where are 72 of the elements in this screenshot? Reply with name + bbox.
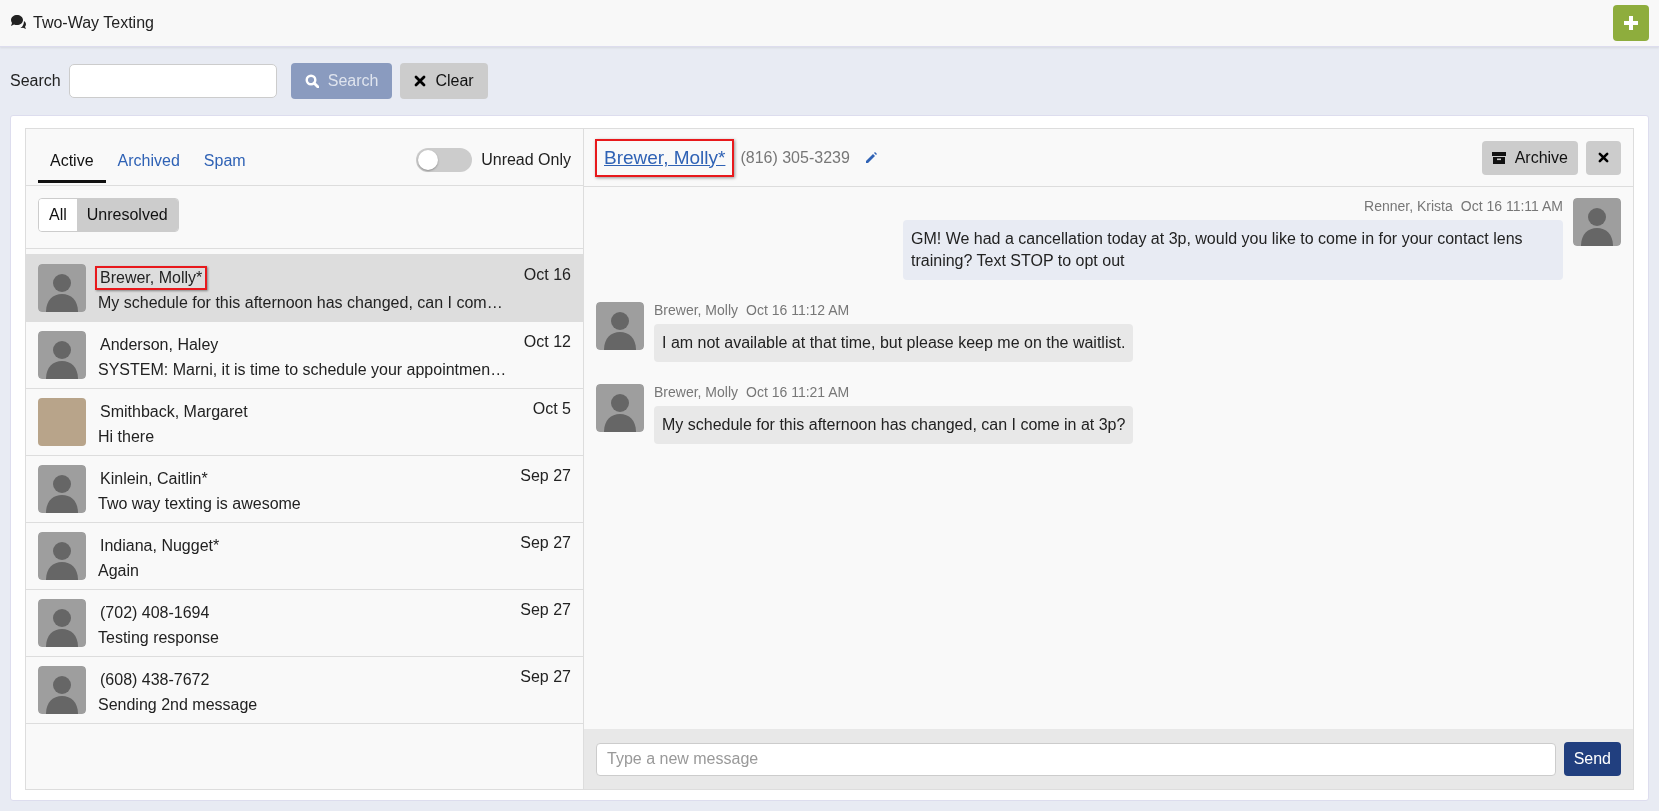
filter-button[interactable]: All [39, 199, 77, 231]
contact-name: Brewer, Molly* [95, 266, 208, 290]
message-preview: Again [98, 562, 140, 580]
avatar-silhouette-icon [38, 666, 86, 714]
conversation-date: Sep 27 [520, 601, 571, 620]
close-button[interactable] [1586, 140, 1621, 175]
archive-button[interactable]: Archive [1481, 140, 1578, 175]
conversation-date: Sep 27 [520, 668, 571, 687]
conversation-item[interactable]: Kinlein, Caitlin* Sep 27 Two way texting is awesome [26, 456, 583, 523]
toggle-label: Unread Only [481, 151, 571, 169]
message-preview: Hi there [98, 428, 156, 446]
chat-bubbles-icon [10, 13, 27, 30]
avatar-silhouette-icon [38, 532, 86, 580]
conversation-item[interactable]: Indiana, Nugget* Sep 27 Again [26, 523, 583, 590]
close-icon [1598, 152, 1609, 163]
clear-button[interactable]: Clear [400, 63, 488, 99]
message-bubble: My schedule for this afternoon has changed, can I come in at 3p? [654, 406, 1134, 444]
sender-name: Renner, Krista [1364, 198, 1453, 214]
conversation-date: Sep 27 [520, 467, 571, 486]
avatar-silhouette-icon [38, 264, 86, 312]
search-field[interactable] [68, 64, 277, 98]
search-icon [304, 74, 319, 88]
phone-number: (816) 305-3239 [740, 148, 850, 167]
conversation-date: Sep 27 [520, 534, 571, 553]
message-bubble: I am not available at that time, but please keep me on the waitlist. [654, 324, 1134, 362]
conversation-date: Oct 12 [523, 333, 571, 352]
plus-icon [1624, 16, 1638, 30]
archive-box-icon [1491, 150, 1506, 165]
message-field[interactable]: Type a new message [596, 742, 1556, 776]
conversation-item[interactable]: (702) 408-1694 Sep 27 Testing response [26, 590, 583, 657]
message-preview: My schedule for this afternoon has changed, can I com… [98, 294, 504, 312]
conversation-date: Oct 5 [532, 400, 571, 419]
contact-name: Indiana, Nugget* [99, 536, 221, 556]
message-preview: SYSTEM: Marni, it is time to schedule your appointmen… [98, 361, 508, 379]
conversation-item[interactable]: Anderson, Haley Oct 12 SYSTEM: Marni, it is time to schedule your appointmen… [26, 322, 583, 389]
pencil-icon [863, 151, 877, 164]
message-preview: Sending 2nd message [98, 696, 259, 714]
search-label: Search [10, 72, 61, 90]
avatar-silhouette-icon [38, 465, 86, 513]
message-bubble: GM! We had a cancellation today at 3p, would you like to come in for your contact lens training? Text STOP to opt out [903, 220, 1563, 280]
tab[interactable]: Archived [105, 137, 192, 183]
message-time: Oct 16 11:11 AM [1460, 198, 1563, 214]
page-title: Two-Way Texting [33, 14, 154, 32]
add-button[interactable] [1613, 5, 1649, 41]
message-time: Oct 16 11:21 AM [746, 384, 850, 400]
contact-name: Smithback, Margaret [99, 402, 249, 422]
message-preview: Testing response [98, 629, 220, 647]
contact-name: Kinlein, Caitlin* [99, 469, 209, 489]
avatar-silhouette-icon [596, 302, 644, 350]
contact-name: (702) 408-1694 [99, 603, 211, 623]
send-button[interactable]: Send [1563, 742, 1621, 776]
sender-name: Brewer, Molly [654, 384, 739, 400]
avatar-silhouette-icon [38, 331, 86, 379]
conversation-date: Oct 16 [523, 266, 571, 285]
tab[interactable]: Active [38, 137, 106, 183]
avatar-silhouette-icon [1573, 198, 1621, 246]
contact-link[interactable]: Brewer, Molly* [595, 138, 735, 177]
avatar-silhouette-icon [596, 384, 644, 432]
conversation-item[interactable]: Brewer, Molly* Oct 16 My schedule for this afternoon has changed, can I com… [26, 255, 583, 322]
message-preview: Two way texting is awesome [98, 495, 302, 513]
filter-button[interactable]: Unresolved [76, 199, 178, 231]
close-icon [414, 75, 427, 87]
contact-name: Anderson, Haley [99, 335, 220, 355]
sender-name: Brewer, Molly [654, 302, 739, 318]
toggle-switch[interactable] [416, 148, 473, 172]
conversation-item[interactable]: (608) 438-7672 Sep 27 Sending 2nd message [26, 657, 583, 724]
avatar-silhouette-icon [38, 599, 86, 647]
conversation-item[interactable]: Smithback, Margaret Oct 5 Hi there [26, 389, 583, 456]
contact-name: (608) 438-7672 [99, 670, 211, 690]
message-time: Oct 16 11:12 AM [746, 302, 850, 318]
tab[interactable]: Spam [191, 137, 258, 183]
photo-placeholder [38, 398, 86, 446]
